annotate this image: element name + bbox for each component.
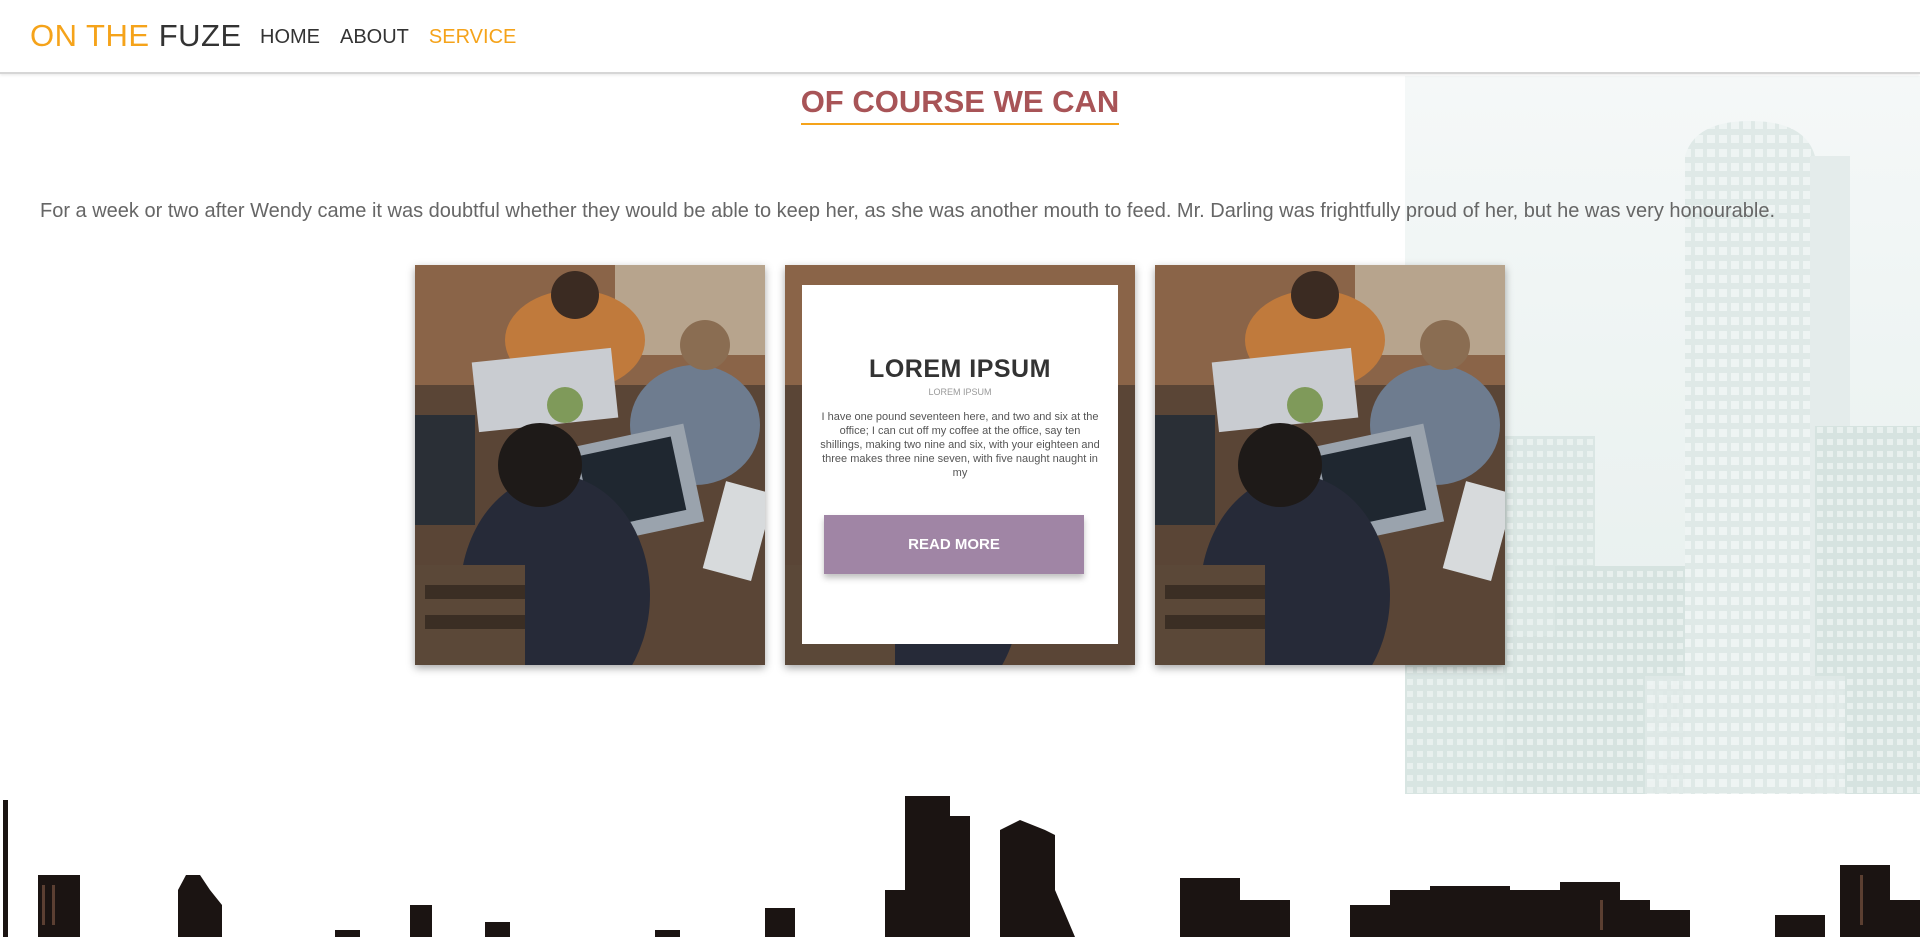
- service-card-2[interactable]: LOREM IPSUM LOREM IPSUM I have one pound…: [785, 265, 1135, 665]
- top-navbar: ON THE FUZE HOME ABOUT SERVICE: [0, 0, 1920, 74]
- city-skyline-image: [3, 796, 1920, 937]
- service-card-1[interactable]: [415, 265, 765, 665]
- card-title: LOREM IPSUM: [869, 355, 1051, 383]
- nav-about[interactable]: ABOUT: [340, 26, 409, 49]
- logo-part-1: ON THE: [30, 18, 150, 53]
- team-photo-image: [415, 265, 765, 665]
- read-more-button[interactable]: READ MORE: [824, 515, 1084, 574]
- service-card-3[interactable]: [1155, 265, 1505, 665]
- service-cards: LOREM IPSUM LOREM IPSUM I have one pound…: [415, 265, 1505, 665]
- nav-home[interactable]: HOME: [260, 26, 320, 49]
- section-heading-text: OF COURSE WE CAN: [800, 84, 1120, 125]
- main-nav: HOME ABOUT SERVICE: [260, 26, 516, 49]
- card-info-panel: LOREM IPSUM LOREM IPSUM I have one pound…: [802, 285, 1118, 644]
- logo-part-2: FUZE: [158, 18, 242, 53]
- team-photo-image: [1155, 265, 1505, 665]
- card-subtitle: LOREM IPSUM: [928, 387, 992, 397]
- section-heading: OF COURSE WE CAN: [0, 84, 1920, 125]
- nav-service[interactable]: SERVICE: [429, 26, 516, 49]
- brand-logo[interactable]: ON THE FUZE: [30, 18, 242, 54]
- section-paragraph: For a week or two after Wendy came it wa…: [40, 200, 1776, 222]
- card-description: I have one pound seventeen here, and two…: [820, 411, 1100, 479]
